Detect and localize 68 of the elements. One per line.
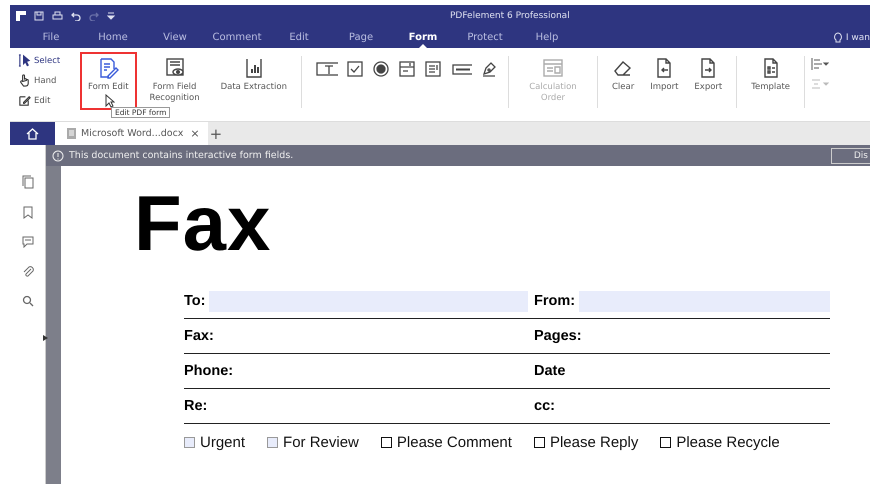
bookmark-icon[interactable] (22, 206, 32, 219)
form-label: Date (534, 363, 566, 380)
ribbon-button[interactable]: Form Field Recognition (136, 52, 213, 110)
pages-icon[interactable] (22, 175, 34, 189)
search-icon[interactable] (22, 295, 34, 307)
form-label: Re: (184, 398, 208, 414)
form-label: Fax: (184, 328, 214, 344)
new-tab-button[interactable]: + (208, 124, 224, 142)
edit-icon (18, 94, 31, 107)
app-logo-icon (16, 11, 26, 21)
ribbon-button[interactable]: Clear (604, 52, 642, 98)
close-tab-button[interactable]: × (188, 127, 202, 140)
menu-tab[interactable]: Comment (212, 27, 262, 48)
info-icon (52, 150, 64, 162)
checkbox-label: Please Reply (550, 434, 638, 452)
mode-button[interactable]: Edit (18, 92, 80, 109)
radio-button-icon (372, 60, 390, 78)
ribbon-button[interactable]: Export (686, 52, 730, 98)
checkbox-icon (346, 60, 364, 78)
lightbulb-icon (832, 32, 843, 44)
ribbon-button[interactable]: Import (642, 52, 686, 98)
document-title: Fax (134, 188, 272, 258)
form-label: To: (184, 293, 206, 310)
customize-icon[interactable] (107, 12, 115, 20)
form-label: Phone: (184, 363, 234, 380)
menu-tab[interactable]: View (163, 27, 187, 48)
checkbox-label: Please Recycle (676, 434, 780, 452)
checkbox[interactable] (184, 437, 195, 448)
home-icon (26, 128, 39, 140)
menu-tab[interactable]: Form (408, 27, 438, 48)
list-box-icon (424, 60, 442, 78)
save-icon[interactable] (34, 11, 44, 21)
form-label: Pages: (534, 328, 582, 344)
tab-title: Microsoft Word...docx (81, 128, 184, 139)
expand-arrow-icon[interactable] (43, 335, 48, 341)
menu-tab[interactable]: Page (348, 27, 374, 48)
notification-text: This document contains interactive form fields. (69, 150, 294, 161)
calculation-icon (542, 57, 564, 79)
disable-button[interactable]: Dis (830, 148, 870, 164)
hand-icon (18, 74, 31, 87)
mode-button[interactable]: Select (18, 52, 80, 69)
menu-tab[interactable]: Home (98, 27, 128, 48)
menu-tab[interactable]: File (42, 27, 60, 48)
mode-button[interactable]: Hand (18, 72, 80, 89)
menu-tab[interactable]: Help (536, 27, 558, 48)
align-icon[interactable] (811, 58, 830, 70)
document-tab[interactable]: Microsoft Word...docx × (55, 122, 208, 145)
checkbox-label: Please Comment (396, 434, 512, 452)
document-icon (67, 128, 76, 139)
checkbox-label: For Review (283, 434, 359, 452)
help-search-text[interactable]: I wan (846, 32, 870, 42)
menu-tab[interactable]: Protect (467, 27, 503, 48)
undo-icon[interactable] (71, 11, 81, 21)
checkbox-label: Urgent (200, 434, 246, 452)
menu-tab[interactable]: Edit (289, 27, 309, 48)
paperclip-icon[interactable] (22, 265, 34, 278)
mouse-pointer-icon (105, 94, 115, 108)
combo-box-icon (398, 60, 416, 78)
cursor-icon (18, 54, 31, 67)
window-title: PDFelement 6 Professional (450, 11, 570, 21)
ribbon-button[interactable]: Template (743, 52, 798, 98)
comment-icon[interactable] (22, 236, 34, 248)
print-icon[interactable] (52, 11, 63, 21)
form-label: From: (534, 293, 576, 310)
form-label: cc: (534, 398, 555, 414)
ribbon-button[interactable]: Data Extraction (212, 52, 295, 98)
checkbox[interactable] (267, 437, 278, 448)
home-button[interactable] (10, 122, 55, 145)
